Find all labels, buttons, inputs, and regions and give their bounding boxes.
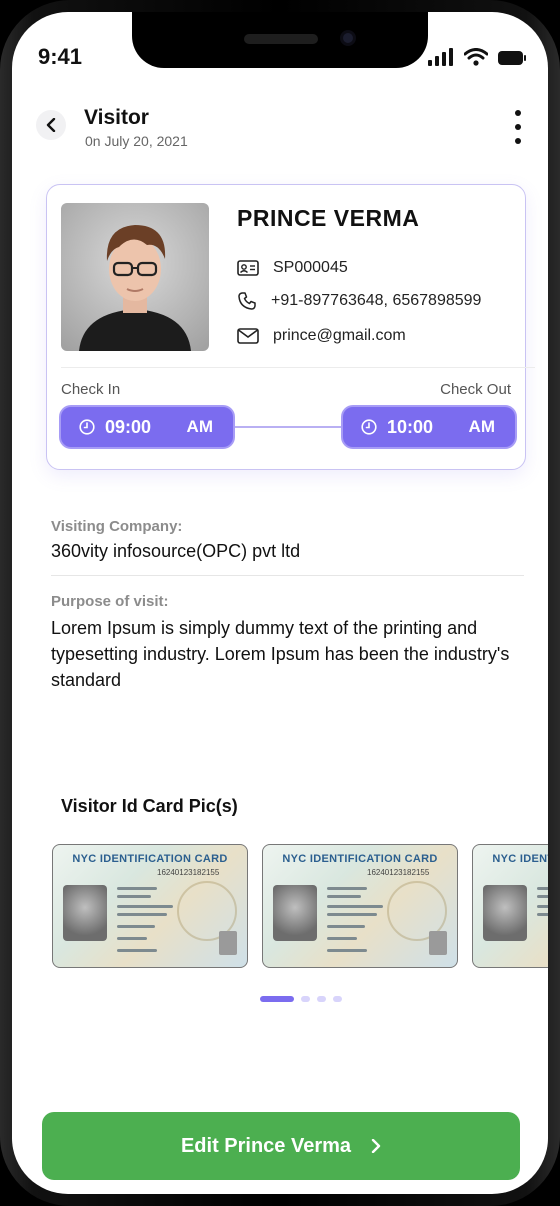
signal-icon bbox=[428, 48, 453, 66]
edit-visitor-button[interactable]: Edit Prince Verma bbox=[42, 1112, 520, 1180]
company-value: 360vity infosource(OPC) pvt ltd bbox=[51, 541, 301, 561]
card-photo bbox=[483, 885, 527, 941]
card-mini-photo bbox=[219, 931, 237, 955]
details-divider bbox=[51, 575, 524, 576]
check-out-label: Check Out bbox=[440, 381, 511, 398]
speaker-grille bbox=[244, 34, 318, 44]
clock-icon bbox=[79, 419, 95, 435]
check-in-time: 09:00 bbox=[105, 416, 152, 437]
chevron-left-icon bbox=[46, 118, 56, 132]
visitor-email-row: prince@gmail.com bbox=[237, 327, 406, 345]
id-cards-title: Visitor Id Card Pic(s) bbox=[61, 796, 238, 816]
phone-icon bbox=[238, 292, 256, 310]
status-icons bbox=[428, 48, 526, 66]
card-mini-photo bbox=[429, 931, 447, 955]
clock-icon bbox=[361, 419, 377, 435]
carousel-pager bbox=[260, 996, 342, 1002]
id-card-thumbnail[interactable]: NYC IDENTIFICATION CARD 16240123182155 bbox=[472, 844, 548, 968]
chevron-right-icon bbox=[371, 1139, 381, 1153]
device-frame: 9:41 Visitor 0n July 20, 2021 PRINCE VER… bbox=[0, 0, 560, 1206]
visitor-email[interactable]: prince@gmail.com bbox=[273, 327, 406, 345]
battery-icon bbox=[498, 51, 526, 65]
visitor-id-row: SP000045 bbox=[237, 259, 348, 277]
status-time: 9:41 bbox=[38, 44, 83, 69]
id-card-thumbnail[interactable]: NYC IDENTIFICATION CARD 16240123182155 bbox=[52, 844, 248, 968]
card-number: 16240123182155 bbox=[367, 868, 430, 877]
pager-dot[interactable] bbox=[301, 996, 310, 1002]
check-in-time-button[interactable]: 09:00 AM bbox=[59, 405, 235, 449]
wifi-icon bbox=[464, 48, 488, 66]
card-heading: NYC IDENTIFICATION CARD bbox=[282, 853, 438, 865]
card-photo bbox=[63, 885, 107, 941]
visitor-phone[interactable]: +91-897763648, 6567898599 bbox=[271, 292, 481, 310]
page-header: Visitor 0n July 20, 2021 bbox=[12, 92, 548, 162]
mail-icon bbox=[237, 328, 259, 344]
visitor-name: PRINCE VERMA bbox=[237, 205, 420, 231]
visitor-id: SP000045 bbox=[273, 259, 348, 276]
purpose-value: Lorem Ipsum is simply dummy text of the … bbox=[51, 618, 510, 690]
device-notch bbox=[132, 12, 428, 68]
visitor-card: PRINCE VERMA SP000045 +91-897763648, 656… bbox=[46, 184, 535, 470]
visitor-phone-row: +91-897763648, 6567898599 bbox=[237, 291, 481, 311]
id-card-icon bbox=[237, 260, 259, 276]
card-number: 16240123182155 bbox=[157, 868, 220, 877]
more-options-button[interactable] bbox=[508, 110, 528, 144]
check-out-time-button[interactable]: 10:00 AM bbox=[341, 405, 517, 449]
page-subtitle: 0n July 20, 2021 bbox=[85, 133, 188, 149]
time-connector-line bbox=[233, 426, 341, 428]
id-card-thumbnail[interactable]: NYC IDENTIFICATION CARD 16240123182155 bbox=[262, 844, 458, 968]
pager-dot[interactable] bbox=[333, 996, 342, 1002]
front-camera bbox=[340, 30, 356, 46]
pager-dot[interactable] bbox=[317, 996, 326, 1002]
check-out-time: 10:00 bbox=[387, 416, 434, 437]
edit-visitor-label: Edit Prince Verma bbox=[180, 1134, 352, 1157]
card-heading: NYC IDENTIFICATION CARD bbox=[72, 853, 228, 865]
more-vertical-icon bbox=[515, 110, 521, 116]
back-button[interactable] bbox=[36, 110, 66, 140]
company-label: Visiting Company: bbox=[51, 518, 183, 535]
card-divider bbox=[61, 367, 535, 368]
card-photo bbox=[273, 885, 317, 941]
card-heading: NYC IDENTIFICATION CARD bbox=[492, 853, 548, 865]
check-out-ampm: AM bbox=[468, 417, 495, 436]
id-card-carousel[interactable]: NYC IDENTIFICATION CARD 16240123182155 N… bbox=[52, 844, 548, 968]
check-in-ampm: AM bbox=[186, 417, 213, 436]
app-screen: 9:41 Visitor 0n July 20, 2021 PRINCE VER… bbox=[12, 12, 548, 1194]
pager-dot-active[interactable] bbox=[260, 996, 294, 1002]
purpose-label: Purpose of visit: bbox=[51, 593, 169, 610]
page-title: Visitor bbox=[84, 106, 149, 129]
check-in-label: Check In bbox=[61, 381, 121, 398]
visitor-photo bbox=[61, 203, 209, 351]
